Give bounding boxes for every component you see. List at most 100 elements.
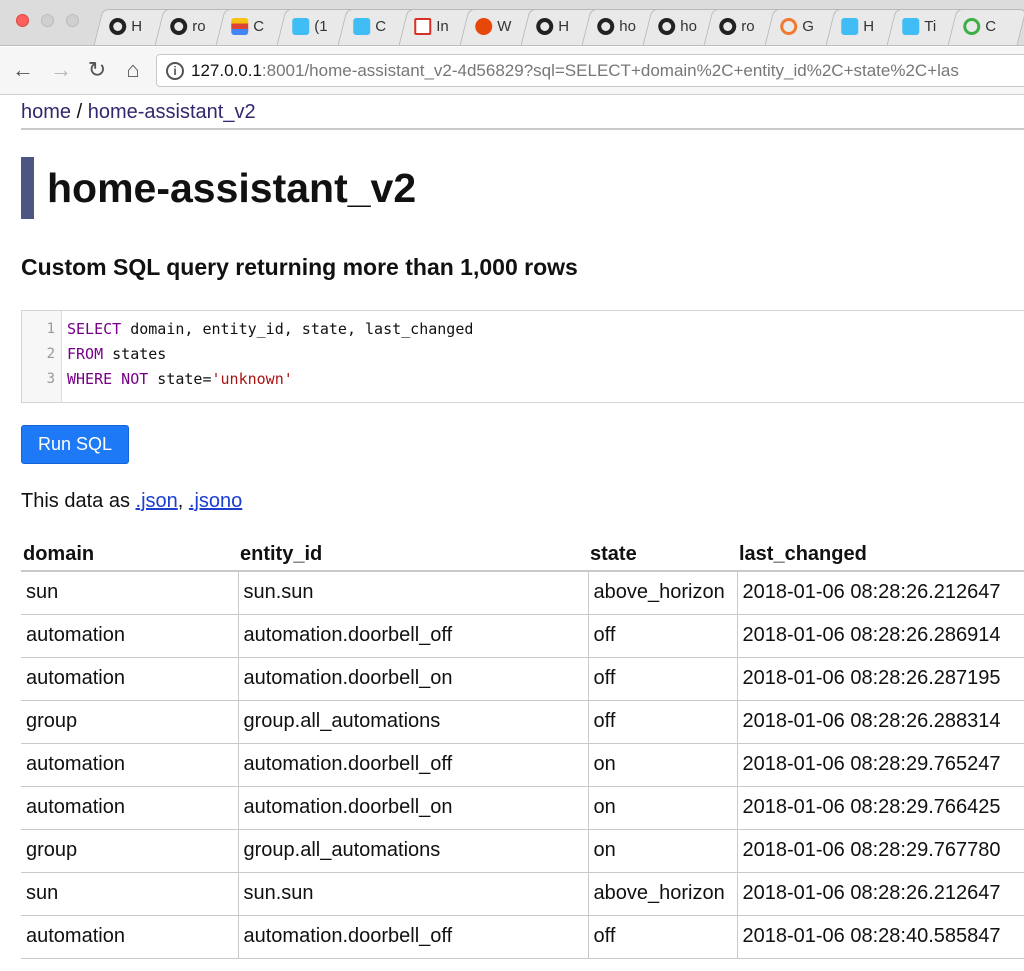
table-cell-entity_id: automation.doorbell_off <box>237 614 588 658</box>
stacked-bars-icon <box>231 18 249 35</box>
table-row: automation automation.doorbell_off off 2018… <box>21 614 1024 658</box>
breadcrumb-db-link[interactable]: home-assistant_v2 <box>88 101 256 123</box>
table-cell-last_changed: 2018-01-06 08:28:26.286914 <box>736 614 1024 658</box>
github-icon <box>658 18 676 35</box>
github-icon <box>170 18 188 35</box>
table-cell-entity_id: sun.sun <box>237 872 588 916</box>
maximize-window-button[interactable] <box>66 14 79 27</box>
loading-ring-icon <box>963 18 981 35</box>
tab-label: Ti <box>924 18 937 35</box>
tab-label: C <box>375 18 387 35</box>
page-title: home-assistant_v2 <box>21 157 416 219</box>
tab-label: G <box>802 18 814 35</box>
tab-content: G <box>780 18 814 35</box>
url-path: :8001/home-assistant_v2-4d56829?sql=SELE… <box>261 61 959 80</box>
table-cell-domain: automation <box>21 614 238 658</box>
tab-label: ro <box>741 18 755 35</box>
tab-content: H <box>536 18 569 35</box>
jsono-link[interactable]: .jsono <box>189 490 242 512</box>
sql-string: 'unknown' <box>211 370 293 388</box>
tab-label: H <box>863 18 875 35</box>
tab-content: W <box>475 18 511 35</box>
close-window-button[interactable] <box>16 14 29 27</box>
table-cell-entity_id: sun.sun <box>237 571 588 615</box>
table-cell-state: above_horizon <box>587 872 737 916</box>
table-row: sun sun.sun above_horizon 2018-01-06 08:28:… <box>21 571 1024 615</box>
info-icon[interactable]: i <box>166 62 184 80</box>
tab-label: (1 <box>314 18 328 35</box>
table-row: automation automation.doorbell_on off 2018-… <box>21 657 1024 701</box>
home-assistant-icon <box>902 18 920 35</box>
code-line: WHERE NOT state='unknown' <box>67 370 293 388</box>
tab-label: In <box>436 18 449 35</box>
tab-content: In <box>414 18 449 35</box>
tab-label: ro <box>192 18 206 35</box>
code-line: SELECT domain, entity_id, state, last_ch… <box>67 320 473 338</box>
table-cell-last_changed: 2018-01-06 08:28:40.585847 <box>736 915 1024 959</box>
editor-gutter: 1 2 3 <box>22 311 62 402</box>
minimize-window-button[interactable] <box>41 14 54 27</box>
github-icon <box>109 18 127 35</box>
github-icon <box>536 18 554 35</box>
address-bar[interactable]: i 127.0.0.1:8001/home-assistant_v2-4d568… <box>156 54 1024 87</box>
table-row: automation automation.doorbell_off off 2018… <box>21 915 1024 959</box>
tab-label: ho <box>619 18 636 35</box>
sql-text: domain, entity_id, state, last_changed <box>121 320 474 338</box>
forward-arrow-icon[interactable]: → <box>48 57 74 83</box>
table-cell-last_changed: 2018-01-06 08:28:26.212647 <box>736 571 1024 615</box>
table-cell-domain: sun <box>21 571 238 615</box>
results-table: domain entity_id state last_changed sun s… <box>21 538 1024 959</box>
table-cell-domain: sun <box>21 872 238 916</box>
table-cell-state: off <box>587 657 737 701</box>
table-cell-domain: automation <box>21 786 238 830</box>
export-prefix: This data as <box>21 490 136 512</box>
home-assistant-icon <box>353 18 371 35</box>
table-cell-entity_id: automation.doorbell_on <box>237 657 588 701</box>
github-icon <box>719 18 737 35</box>
query-heading: Custom SQL query returning more than 1,0… <box>21 254 578 280</box>
table-cell-last_changed: 2018-01-06 08:28:26.288314 <box>736 700 1024 744</box>
table-cell-domain: automation <box>21 743 238 787</box>
table-cell-entity_id: automation.doorbell_off <box>237 915 588 959</box>
tab-content: (1 <box>292 18 328 35</box>
tab-content: H <box>109 18 142 35</box>
table-row: sun sun.sun above_horizon 2018-01-06 08:28:… <box>21 872 1024 916</box>
sql-editor[interactable]: 1 2 3 SELECT domain, entity_id, state, l… <box>21 310 1024 403</box>
home-icon[interactable]: ⌂ <box>120 57 146 83</box>
line-number: 2 <box>46 346 55 362</box>
sql-keyword: FROM <box>67 345 104 363</box>
breadcrumb-home-link[interactable]: home <box>21 101 71 123</box>
breadcrumb-divider <box>21 128 1024 130</box>
table-cell-last_changed: 2018-01-06 08:28:29.765247 <box>736 743 1024 787</box>
table-cell-state: on <box>587 743 737 787</box>
browser-toolbar: ← → ↻ ⌂ i 127.0.0.1:8001/home-assistant_… <box>0 47 1024 95</box>
table-cell-state: on <box>587 829 737 873</box>
tab-content: Ti <box>902 18 936 35</box>
ring-icon <box>780 18 798 35</box>
table-row: automation automation.doorbell_on on 2018-0… <box>21 786 1024 830</box>
tab-content: H <box>841 18 874 35</box>
browser-tab[interactable]: C <box>947 9 1024 45</box>
table-cell-last_changed: 2018-01-06 08:28:26.212647 <box>736 872 1024 916</box>
json-link[interactable]: .json <box>136 490 178 512</box>
table-cell-domain: automation <box>21 915 238 959</box>
tab-list: Hro C (1 C In W Hho ho ro G H Ti C <box>93 9 1024 45</box>
column-header[interactable]: state <box>588 538 737 572</box>
run-sql-button[interactable]: Run SQL <box>21 425 129 464</box>
sql-text: state= <box>148 370 212 388</box>
table-cell-domain: automation <box>21 657 238 701</box>
back-arrow-icon[interactable]: ← <box>10 57 36 83</box>
table-cell-state: off <box>587 614 737 658</box>
table-cell-domain: group <box>21 700 238 744</box>
table-cell-domain: group <box>21 829 238 873</box>
table-cell-state: on <box>587 786 737 830</box>
tab-label: W <box>497 18 512 35</box>
column-header[interactable]: last_changed <box>737 538 1024 572</box>
column-header[interactable]: domain <box>21 538 238 572</box>
tab-content: ho <box>597 18 636 35</box>
line-number: 3 <box>46 371 55 387</box>
alert-icon <box>475 18 493 35</box>
column-header[interactable]: entity_id <box>238 538 588 572</box>
home-assistant-icon <box>292 18 310 35</box>
reload-icon[interactable]: ↻ <box>84 57 110 83</box>
